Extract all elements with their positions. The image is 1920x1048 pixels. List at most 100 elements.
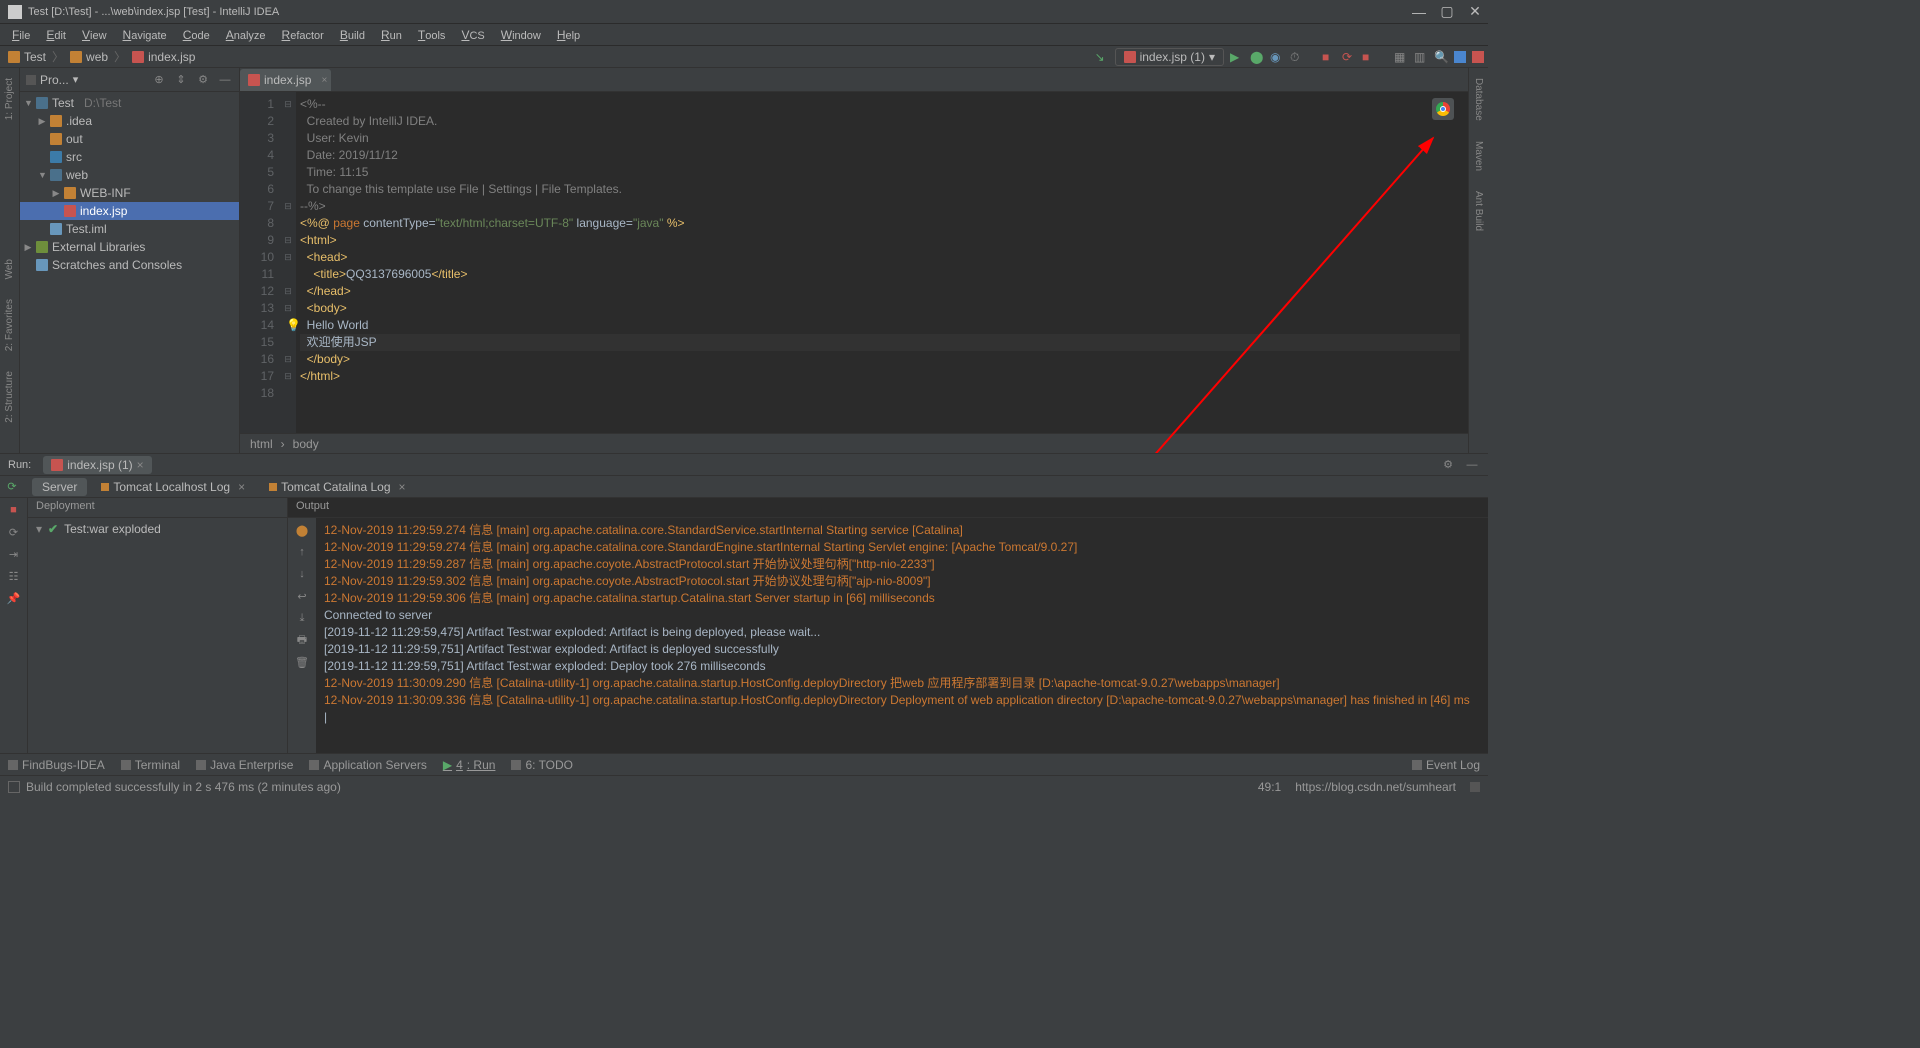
close-icon[interactable]: × (137, 458, 144, 472)
target-icon[interactable]: ⊕ (151, 72, 167, 88)
menu-refactor[interactable]: Refactor (274, 26, 332, 44)
rail-database[interactable]: Database (1473, 78, 1484, 121)
pin-icon[interactable]: 📌 (6, 590, 22, 606)
tree-item-external-libraries[interactable]: ▶External Libraries (20, 238, 239, 256)
profile-icon[interactable]: ⏱ (1290, 50, 1304, 64)
project-tree[interactable]: ▼TestD:\Test▶.ideaoutsrc▼web▶WEB-INFinde… (20, 92, 239, 453)
open-in-chrome-button[interactable] (1432, 98, 1454, 120)
statusbar: Build completed successfully in 2 s 476 … (0, 775, 1488, 797)
subtab-catalina-log[interactable]: Tomcat Catalina Log× (259, 478, 415, 496)
menu-file[interactable]: File (4, 26, 38, 44)
tw-event-log[interactable]: Event Log (1412, 758, 1480, 772)
crumb-html[interactable]: html (250, 437, 273, 451)
close-icon[interactable]: × (322, 75, 328, 86)
tw-terminal[interactable]: Terminal (121, 758, 180, 772)
tree-item--idea[interactable]: ▶.idea (20, 112, 239, 130)
status-message: Build completed successfully in 2 s 476 … (26, 780, 341, 794)
down-icon[interactable]: ↓ (294, 566, 310, 582)
layout-icon[interactable]: ☷ (6, 568, 22, 584)
deploy-item[interactable]: ▾ ✔ Test:war exploded (28, 518, 287, 540)
crumb-test[interactable]: Test (4, 50, 50, 64)
menu-code[interactable]: Code (175, 26, 218, 44)
rail-project[interactable]: 1: Project (4, 78, 15, 120)
menu-window[interactable]: Window (493, 26, 549, 44)
rail-maven[interactable]: Maven (1473, 141, 1484, 171)
menu-view[interactable]: View (74, 26, 115, 44)
crumb-web[interactable]: web (66, 50, 112, 64)
dir-icon (64, 187, 76, 199)
tree-item-index-jsp[interactable]: index.jsp (20, 202, 239, 220)
print-icon[interactable]: 🖶 (294, 632, 310, 648)
up-icon[interactable]: ↑ (294, 544, 310, 560)
run-tab[interactable]: index.jsp (1) × (43, 456, 151, 474)
run-config-selector[interactable]: index.jsp (1) ▾ (1115, 48, 1224, 66)
tw-findbugs-idea[interactable]: FindBugs-IDEA (8, 758, 105, 772)
close-icon[interactable]: × (238, 480, 245, 494)
crumb-body[interactable]: body (293, 437, 319, 451)
crumb-index.jsp[interactable]: index.jsp (128, 50, 199, 64)
stop-icon[interactable]: ■ (6, 502, 22, 518)
deploy-icon[interactable]: ⬤ (294, 522, 310, 538)
tree-item-test[interactable]: ▼TestD:\Test (20, 94, 239, 112)
rail-favorites[interactable]: 2: Favorites (4, 299, 15, 351)
hide-icon[interactable]: — (1464, 457, 1480, 473)
restart-icon[interactable]: ⟳ (6, 524, 22, 540)
tree-item-out[interactable]: out (20, 130, 239, 148)
hide-icon[interactable]: — (217, 72, 233, 88)
tool2-icon[interactable]: ▥ (1414, 50, 1428, 64)
wrap-icon[interactable]: ↩ (294, 588, 310, 604)
close-icon[interactable]: × (399, 480, 406, 494)
maximize-button[interactable]: ▢ (1442, 7, 1452, 17)
menu-analyze[interactable]: Analyze (218, 26, 274, 44)
menu-edit[interactable]: Edit (38, 26, 74, 44)
menu-build[interactable]: Build (332, 26, 373, 44)
tree-item-src[interactable]: src (20, 148, 239, 166)
collapse-icon[interactable]: ⇕ (173, 72, 189, 88)
tree-item-scratches-and-consoles[interactable]: Scratches and Consoles (20, 256, 239, 274)
rerun-icon[interactable]: ⟳ (4, 479, 20, 495)
editor-tab-index[interactable]: index.jsp × (240, 69, 331, 91)
tw-application-servers[interactable]: Application Servers (309, 758, 426, 772)
stop2-icon[interactable]: ■ (1362, 50, 1376, 64)
rerun-icon[interactable]: ⟳ (1342, 50, 1356, 64)
tool3-icon[interactable] (1454, 51, 1466, 63)
gear-icon[interactable]: ⚙ (195, 72, 211, 88)
rail-structure[interactable]: 2: Structure (4, 371, 15, 423)
menu-tools[interactable]: Tools (410, 26, 454, 44)
scroll-icon[interactable]: ⤓ (294, 610, 310, 626)
step-icon[interactable]: ⇥ (6, 546, 22, 562)
code-editor[interactable]: 123456789101112131415161718 ⊟⊟⊟⊟⊟⊟⊟⊟ <%-… (240, 92, 1468, 433)
debug-icon[interactable]: ⬤ (1250, 50, 1264, 64)
coverage-icon[interactable]: ◉ (1270, 50, 1284, 64)
window-title: Test [D:\Test] - ...\web\index.jsp [Test… (28, 6, 1414, 18)
run-icon[interactable]: ▶ (1230, 50, 1244, 64)
console-output[interactable]: 12-Nov-2019 11:29:59.274 信息 [main] org.a… (316, 518, 1488, 753)
menu-navigate[interactable]: Navigate (115, 26, 175, 44)
tree-item-test-iml[interactable]: Test.iml (20, 220, 239, 238)
tree-item-web-inf[interactable]: ▶WEB-INF (20, 184, 239, 202)
status-icon[interactable] (8, 781, 20, 793)
rail-ant[interactable]: Ant Build (1473, 191, 1484, 231)
minimize-button[interactable]: — (1414, 7, 1424, 17)
rail-web[interactable]: Web (4, 259, 15, 279)
file-icon (50, 223, 62, 235)
tw-4-run[interactable]: ▶ 4: Run (443, 758, 496, 772)
gear-icon[interactable]: ⚙ (1440, 457, 1456, 473)
menu-help[interactable]: Help (549, 26, 588, 44)
menu-vcs[interactable]: VCS (453, 26, 492, 44)
lock-icon[interactable] (1470, 782, 1480, 792)
jsp-icon (132, 51, 144, 63)
build-icon[interactable]: ↘ (1095, 50, 1109, 64)
menu-run[interactable]: Run (373, 26, 410, 44)
tool1-icon[interactable]: ▦ (1394, 50, 1408, 64)
tool4-icon[interactable] (1472, 51, 1484, 63)
search-icon[interactable]: 🔍 (1434, 50, 1448, 64)
subtab-localhost-log[interactable]: Tomcat Localhost Log× (91, 478, 255, 496)
tree-item-web[interactable]: ▼web (20, 166, 239, 184)
subtab-server[interactable]: Server (32, 478, 87, 496)
tw-java-enterprise[interactable]: Java Enterprise (196, 758, 293, 772)
tw-6-todo[interactable]: 6: TODO (511, 758, 573, 772)
clear-icon[interactable]: 🗑 (294, 654, 310, 670)
stop-icon[interactable]: ■ (1322, 50, 1336, 64)
close-button[interactable]: ✕ (1470, 7, 1480, 17)
